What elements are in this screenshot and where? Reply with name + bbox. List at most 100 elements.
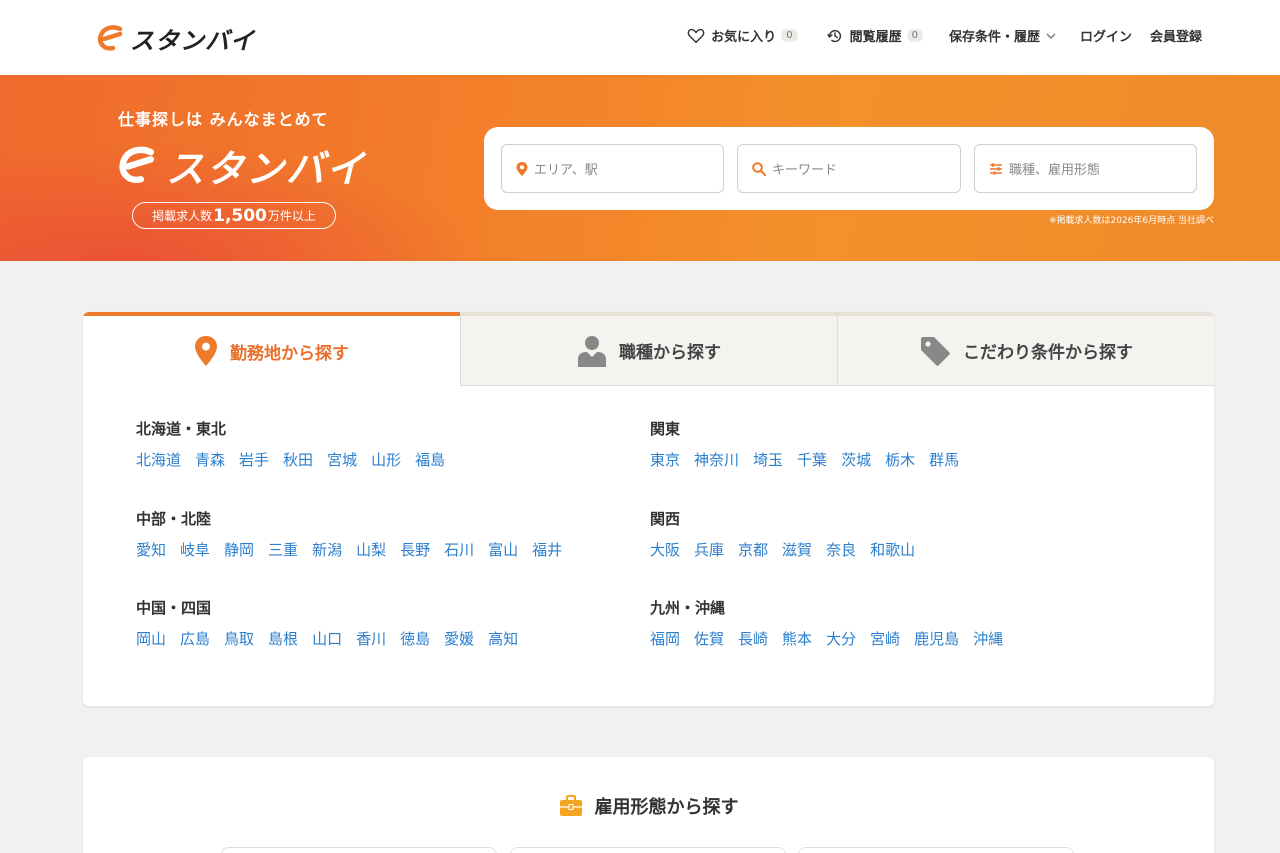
prefecture-link[interactable]: 奈良 [826, 539, 856, 560]
heart-icon [687, 28, 705, 43]
tab-preferences[interactable]: こだわり条件から探す [837, 312, 1214, 386]
favorites-link[interactable]: お気に入り 0 [687, 26, 798, 45]
prefecture-link[interactable]: 沖縄 [973, 628, 1003, 649]
prefecture-links: 福岡 佐賀 長崎 熊本 大分 宮崎 鹿児島 沖縄 [650, 628, 1017, 649]
prefecture-links: 北海道 青森 岩手 秋田 宮城 山形 福島 [136, 449, 459, 470]
prefecture-link[interactable]: 群馬 [929, 449, 959, 470]
prefecture-link[interactable]: 新潟 [312, 539, 342, 560]
hero-logo-mark-icon [119, 146, 155, 183]
job-count-number: 1,500 [213, 205, 267, 226]
prefecture-link[interactable]: 山口 [312, 628, 342, 649]
keyword-search-field[interactable]: キーワード [737, 144, 961, 193]
prefecture-link[interactable]: 岩手 [239, 449, 269, 470]
region-title: 九州・沖縄 [650, 599, 726, 617]
history-icon [826, 29, 841, 42]
keyword-search-placeholder: キーワード [772, 163, 838, 178]
employment-type-option[interactable] [510, 847, 786, 853]
site-logo[interactable]: スタンバイ [96, 22, 255, 55]
prefecture-link[interactable]: 岐阜 [180, 539, 210, 560]
area-search-placeholder: エリア、駅 [534, 163, 598, 178]
prefecture-link[interactable]: 山梨 [356, 539, 386, 560]
hero-logo: スタンバイ [116, 143, 366, 191]
prefecture-link[interactable]: 愛媛 [444, 628, 474, 649]
prefecture-link[interactable]: 神奈川 [694, 449, 739, 470]
prefecture-link[interactable]: 岡山 [136, 628, 166, 649]
prefecture-links: 愛知 岐阜 静岡 三重 新潟 山梨 長野 石川 富山 福井 [136, 539, 576, 560]
prefecture-link[interactable]: 長崎 [738, 628, 768, 649]
prefecture-link[interactable]: 富山 [488, 539, 518, 560]
region-kyushu-okinawa: 九州・沖縄 福岡 佐賀 長崎 熊本 大分 宮崎 鹿児島 沖縄 [650, 597, 1017, 649]
tab-job-type[interactable]: 職種から探す [460, 312, 837, 386]
area-search-field[interactable]: エリア、駅 [501, 144, 724, 193]
prefecture-link[interactable]: 兵庫 [694, 539, 724, 560]
prefecture-link[interactable]: 静岡 [224, 539, 254, 560]
prefecture-link[interactable]: 佐賀 [694, 628, 724, 649]
prefecture-link[interactable]: 滋賀 [782, 539, 812, 560]
jobtype-search-placeholder: 職種、雇用形態 [1009, 163, 1101, 178]
location-pin-icon [195, 336, 217, 366]
filter-sliders-icon [990, 162, 1002, 175]
prefecture-link[interactable]: 鳥取 [224, 628, 254, 649]
hero-logo-text: スタンバイ [166, 146, 367, 191]
location-pin-icon [516, 161, 528, 176]
employment-type-option[interactable] [221, 847, 497, 853]
prefecture-link[interactable]: 福井 [532, 539, 562, 560]
prefecture-link[interactable]: 石川 [444, 539, 474, 560]
prefecture-link[interactable]: 愛知 [136, 539, 166, 560]
prefecture-link[interactable]: 広島 [180, 628, 210, 649]
favorites-label: お気に入り [711, 30, 777, 45]
region-title: 中国・四国 [136, 599, 212, 617]
tab-preferences-label: こだわり条件から探す [963, 343, 1133, 363]
region-title: 関西 [650, 510, 681, 528]
prefecture-link[interactable]: 島根 [268, 628, 298, 649]
prefecture-link[interactable]: 京都 [738, 539, 768, 560]
prefecture-link[interactable]: 埼玉 [753, 449, 783, 470]
jobtype-search-field[interactable]: 職種、雇用形態 [974, 144, 1197, 193]
register-link[interactable]: 会員登録 [1150, 26, 1202, 45]
prefecture-link[interactable]: 東京 [650, 449, 680, 470]
prefecture-link[interactable]: 千葉 [797, 449, 827, 470]
header-nav: お気に入り 0 閲覧履歴 0 保存条件・履歴 ログイン 会員登録 [687, 26, 1202, 45]
prefecture-link[interactable]: 北海道 [136, 449, 181, 470]
prefecture-link[interactable]: 熊本 [782, 628, 812, 649]
prefecture-link[interactable]: 和歌山 [870, 539, 915, 560]
prefecture-link[interactable]: 宮崎 [870, 628, 900, 649]
prefecture-link[interactable]: 香川 [356, 628, 386, 649]
briefcase-icon [559, 795, 582, 816]
search-tabs: 勤務地から探す 職種から探す こだわり条件から探す [83, 312, 1214, 386]
hero-banner: 仕事探しは みんなまとめて スタンバイ 掲載求人数 1,500 万件以上 エリア… [0, 75, 1280, 261]
prefecture-link[interactable]: 福岡 [650, 628, 680, 649]
region-title: 関東 [650, 420, 681, 438]
prefecture-link[interactable]: 福島 [415, 449, 445, 470]
tab-location[interactable]: 勤務地から探す [83, 312, 460, 386]
history-link[interactable]: 閲覧履歴 0 [826, 26, 923, 45]
region-kanto: 関東 東京 神奈川 埼玉 千葉 茨城 栃木 群馬 [650, 418, 973, 470]
job-count-note: ※掲載求人数は2026年6月時点 当社調べ [1048, 216, 1214, 226]
prefecture-link[interactable]: 青森 [195, 449, 225, 470]
region-chubu-hokuriku: 中部・北陸 愛知 岐阜 静岡 三重 新潟 山梨 長野 石川 富山 福井 [136, 508, 576, 560]
login-link[interactable]: ログイン [1080, 26, 1132, 45]
logo-mark-icon [98, 25, 123, 51]
region-chugoku-shikoku: 中国・四国 岡山 広島 鳥取 島根 山口 香川 徳島 愛媛 高知 [136, 597, 532, 649]
saved-conditions-menu[interactable]: 保存条件・履歴 [949, 26, 1056, 45]
prefecture-link[interactable]: 三重 [268, 539, 298, 560]
prefecture-link[interactable]: 鹿児島 [914, 628, 959, 649]
employment-type-option[interactable] [798, 847, 1074, 853]
saved-conditions-label: 保存条件・履歴 [948, 30, 1040, 45]
job-count-pill: 掲載求人数 1,500 万件以上 [132, 202, 336, 229]
prefecture-link[interactable]: 高知 [488, 628, 518, 649]
prefecture-link[interactable]: 宮城 [327, 449, 357, 470]
prefecture-link[interactable]: 徳島 [400, 628, 430, 649]
prefecture-link[interactable]: 大阪 [650, 539, 680, 560]
prefecture-link[interactable]: 秋田 [283, 449, 313, 470]
prefecture-link[interactable]: 大分 [826, 628, 856, 649]
employment-type-heading: 雇用形態から探す [83, 793, 1214, 819]
prefecture-link[interactable]: 栃木 [885, 449, 915, 470]
prefecture-link[interactable]: 長野 [400, 539, 430, 560]
logo-text: スタンバイ [130, 26, 255, 55]
tab-location-label: 勤務地から探す [230, 343, 349, 364]
favorites-count-badge: 0 [781, 29, 798, 42]
prefecture-link[interactable]: 茨城 [841, 449, 871, 470]
login-label: ログイン [1079, 30, 1132, 45]
prefecture-link[interactable]: 山形 [371, 449, 401, 470]
